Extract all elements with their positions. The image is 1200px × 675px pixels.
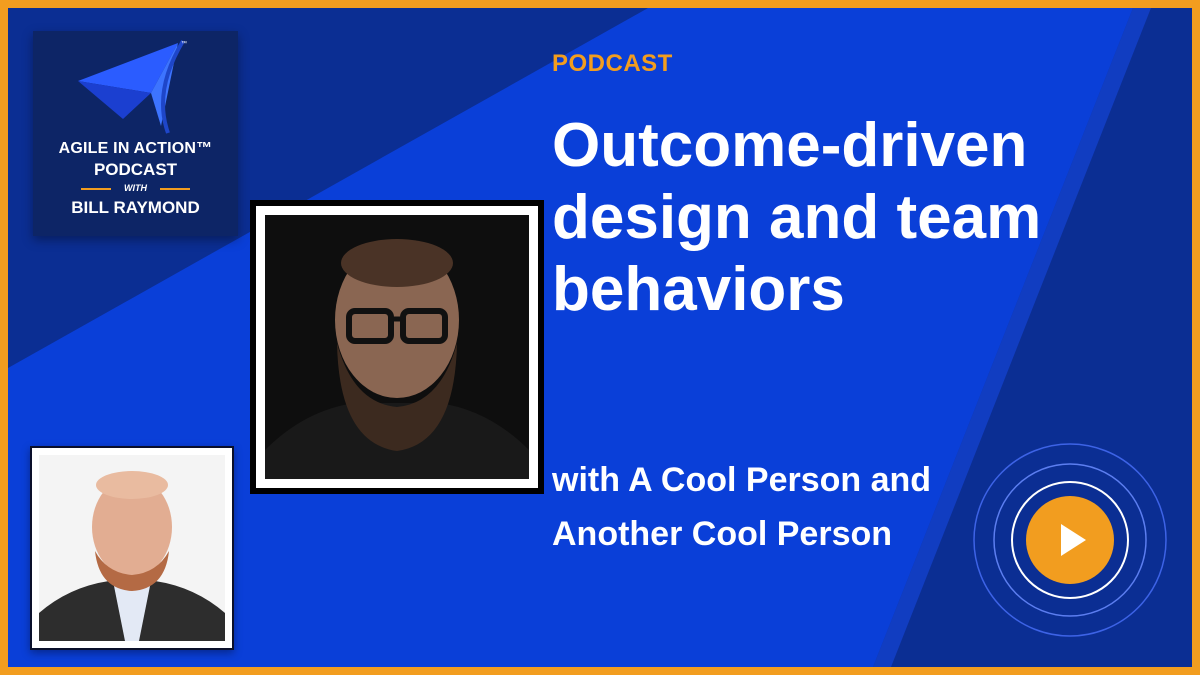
- logo-line-title: AGILE IN ACTION™: [58, 140, 213, 157]
- host-photo: [30, 446, 234, 650]
- podcast-card: ™ AGILE IN ACTION™ PODCAST WITH BILL RAY…: [0, 0, 1200, 675]
- guest-portrait: [265, 215, 529, 479]
- host-portrait: [39, 455, 225, 641]
- logo-divider-right: [160, 188, 190, 190]
- episode-title: Outcome-driven design and team behaviors: [552, 111, 1042, 324]
- podcast-logo: ™ AGILE IN ACTION™ PODCAST WITH BILL RAY…: [33, 31, 238, 236]
- episode-guests: with A Cool Person and Another Cool Pers…: [552, 461, 932, 553]
- play-button[interactable]: [970, 440, 1170, 640]
- logo-host-name: BILL RAYMOND: [71, 198, 200, 217]
- logo-line-with: WITH: [124, 183, 147, 193]
- logo-tm-mark: ™: [181, 40, 187, 47]
- category-label: PODCAST: [552, 50, 673, 77]
- guest-photo: [256, 206, 538, 488]
- logo-line-podcast: PODCAST: [93, 160, 178, 179]
